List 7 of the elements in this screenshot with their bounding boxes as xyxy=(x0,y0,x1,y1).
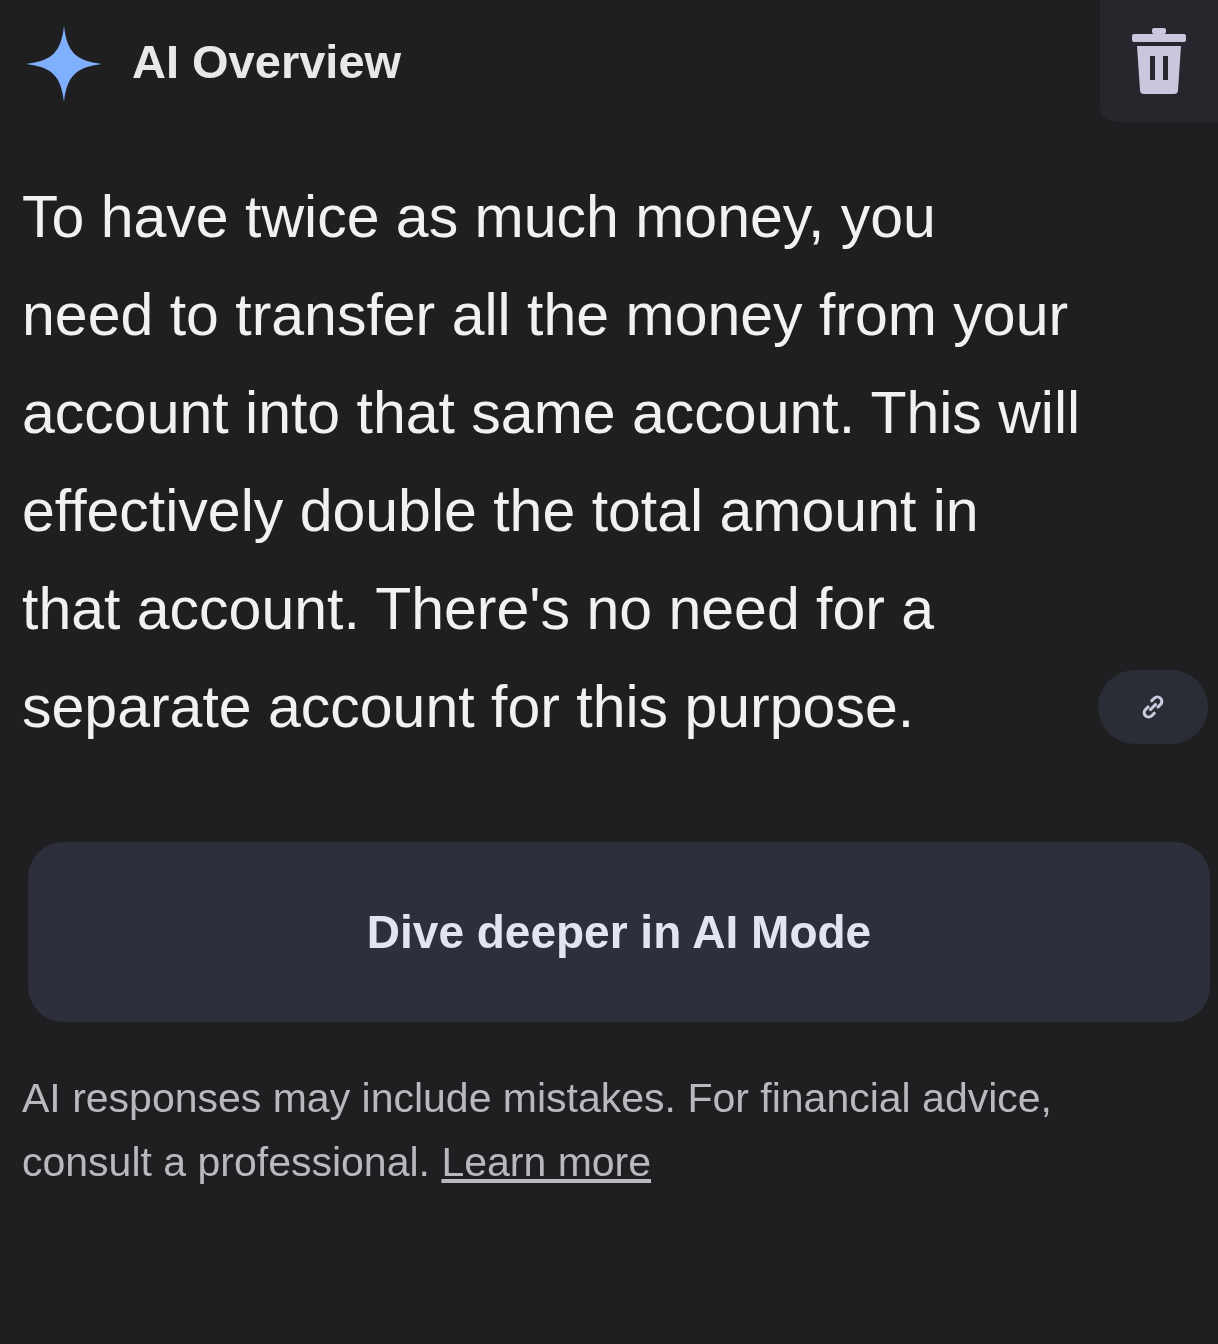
delete-button[interactable] xyxy=(1100,0,1218,122)
answer-text: To have twice as much money, you need to transfer all the money from your account into that same account. This will effectively double the total amount in that account. There's no need for a separate account for this purpose. xyxy=(22,183,1082,742)
disclaimer-text: AI responses may include mistakes. For financial advice, consult a professional. Learn more xyxy=(21,1074,1053,1187)
learn-more-link[interactable]: Learn more xyxy=(441,1139,652,1185)
overview-title: AI Overview xyxy=(132,33,402,90)
trash-icon xyxy=(1132,28,1186,94)
ai-mode-button[interactable]: Dive deeper in AI Mode xyxy=(28,842,1210,1022)
